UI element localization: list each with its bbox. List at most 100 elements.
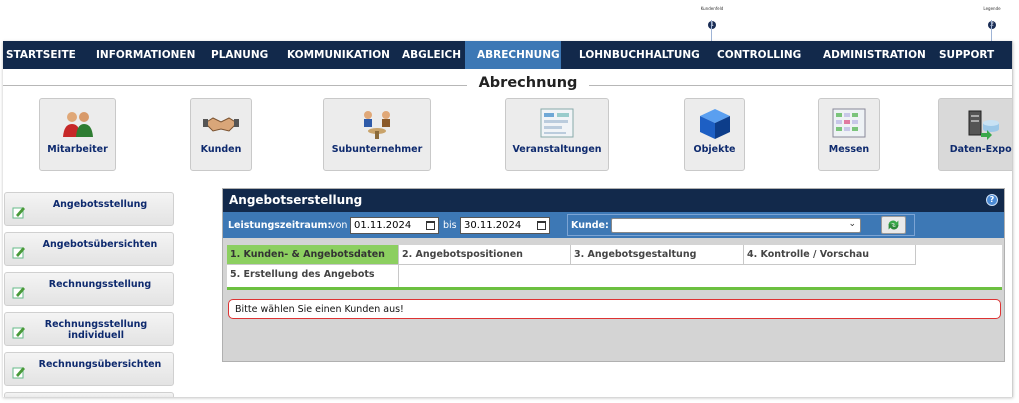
annotation-number: 1 <box>708 21 716 29</box>
customer-select[interactable]: ⌄ <box>611 218 861 233</box>
sidebar-item-label: Angebotsübersichten <box>42 239 158 250</box>
from-date-value: 01.11.2024 <box>354 220 412 231</box>
sidebar-item-angebotsstellung[interactable]: Angebotsstellung <box>4 192 174 226</box>
event-board-icon <box>540 108 574 138</box>
panel-title: Angebotserstellung <box>229 193 363 207</box>
nav-item-informationen[interactable]: INFORMATIONEN <box>85 41 203 69</box>
nav-item-lohnbuchhaltung[interactable]: LOHNBUCHHALTUNG <box>561 41 704 69</box>
help-icon[interactable]: ? <box>986 194 998 206</box>
nav-item-support[interactable]: SUPPORT <box>928 41 995 69</box>
module-label: Veranstaltungen <box>512 144 602 155</box>
nav-label: SUPPORT <box>939 49 995 61</box>
step-angebotsgestaltung[interactable]: 3. Angebotsgestaltung <box>571 245 744 265</box>
panel-header: Angebotserstellung ? <box>223 189 1004 212</box>
refresh-button[interactable] <box>881 216 906 234</box>
module-tile-messen[interactable]: Messen <box>818 98 880 171</box>
screenshot-root: Kundenfeld 1 Legende 2 STARTSEITE INFORM… <box>0 0 1019 403</box>
cube-icon <box>699 109 730 139</box>
from-date-input[interactable]: 01.11.2024 <box>350 217 439 234</box>
module-tile-subunternehmer[interactable]: Subunternehmer <box>323 98 431 171</box>
period-label-text: Leistungszeitraum: <box>228 220 332 231</box>
page-title-row: Abrechnung <box>3 73 1012 97</box>
nav-label: ABGLEICH <box>402 49 462 61</box>
module-label: Messen <box>828 144 870 155</box>
page-title: Abrechnung <box>478 75 578 91</box>
module-label: Subunternehmer <box>331 144 423 155</box>
sidebar-item-label: Rechnungsstellung individuell <box>44 319 148 341</box>
period-label: Leistungszeitraum: <box>228 220 331 231</box>
step-kontrolle-vorschau[interactable]: 4. Kontrolle / Vorschau <box>744 245 916 265</box>
module-tile-kunden[interactable]: Kunden <box>190 98 252 171</box>
steps-progress-bar <box>227 287 1002 290</box>
nav-label: LOHNBUCHHALTUNG <box>579 49 700 61</box>
sidebar-item-partial[interactable] <box>4 392 174 397</box>
handshake-icon <box>203 117 239 132</box>
data-export-icon <box>968 110 999 140</box>
title-divider <box>3 85 467 86</box>
title-divider <box>589 85 1012 86</box>
sidebar-item-angebotsuebersichten[interactable]: Angebotsübersichten <box>4 232 174 266</box>
step-angebotspositionen[interactable]: 2. Angebotspositionen <box>399 245 571 265</box>
refresh-icon <box>888 220 899 230</box>
nav-label: PLANUNG <box>211 49 269 61</box>
nav-item-controlling[interactable]: CONTROLLING <box>704 41 809 69</box>
module-tile-veranstaltungen[interactable]: Veranstaltungen <box>505 98 609 171</box>
nav-item-kommunikation[interactable]: KOMMUNIKATION <box>279 41 398 69</box>
customer-label-text: Kunde: <box>571 220 609 231</box>
validation-message: Bitte wählen Sie einen Kunden aus! <box>228 299 1001 319</box>
module-label: Daten-Expor <box>949 144 1013 155</box>
nav-label: CONTROLLING <box>717 49 802 61</box>
to-label: bis <box>443 220 457 231</box>
calendar-icon[interactable] <box>537 221 546 230</box>
customer-field-group: Kunde: ⌄ <box>567 214 915 236</box>
module-label: Mitarbeiter <box>47 144 108 155</box>
module-tile-objekte[interactable]: Objekte <box>684 98 745 171</box>
main-navigation: STARTSEITE INFORMATIONEN PLANUNG KOMMUNI… <box>3 41 1012 69</box>
nav-item-abgleich[interactable]: ABGLEICH <box>398 41 465 69</box>
nav-item-startseite[interactable]: STARTSEITE <box>3 41 85 69</box>
sidebar-item-label: Angebotsstellung <box>52 199 148 210</box>
module-tile-mitarbeiter[interactable]: Mitarbeiter <box>39 98 116 171</box>
meeting-icon <box>364 111 390 139</box>
from-label: von <box>330 220 348 231</box>
sidebar-item-rechnungsuebersichten[interactable]: Rechnungsübersichten <box>4 352 174 386</box>
filter-bar: Leistungszeitraum: von 01.11.2024 bis 30… <box>223 212 1004 238</box>
to-date-value: 30.11.2024 <box>464 220 522 231</box>
annotation-marker-kundenfeld: Kundenfeld 1 <box>699 6 725 30</box>
sidebar-item-rechnungsstellung[interactable]: Rechnungsstellung <box>4 272 174 306</box>
people-icon <box>62 112 93 137</box>
chevron-down-icon: ⌄ <box>848 219 856 229</box>
annotation-number: 2 <box>988 21 996 29</box>
to-date-input[interactable]: 30.11.2024 <box>460 217 550 234</box>
nav-label: KOMMUNIKATION <box>287 49 390 61</box>
nav-label: ADMINISTRATION <box>823 49 926 61</box>
step-erstellung-angebot[interactable]: 5. Erstellung des Angebots <box>227 265 399 287</box>
nav-label: INFORMATIONEN <box>96 49 196 61</box>
nav-item-abrechnung[interactable]: ABRECHNUNG <box>465 41 561 69</box>
step-kunden-angebotsdaten[interactable]: 1. Kunden- & Angebotsdaten <box>227 245 399 265</box>
pencil-list-icon <box>12 327 25 339</box>
wizard-steps: 1. Kunden- & Angebotsdaten 2. Angebotspo… <box>227 245 1002 287</box>
annotation-marker-legende: Legende 2 <box>980 6 1004 30</box>
pencil-list-icon <box>12 367 25 379</box>
module-label: Objekte <box>693 144 736 155</box>
pencil-list-icon <box>12 247 25 259</box>
nav-item-planung[interactable]: PLANUNG <box>203 41 279 69</box>
nav-item-administration[interactable]: ADMINISTRATION <box>809 41 928 69</box>
sidebar-item-label: Rechnungsstellung <box>48 279 152 290</box>
module-label: Kunden <box>200 144 242 155</box>
annotation-label: Kundenfeld <box>700 6 724 11</box>
sidebar-item-label: Rechnungsübersichten <box>38 359 162 370</box>
nav-label: STARTSEITE <box>6 49 76 61</box>
calendar-grid-icon <box>832 108 866 138</box>
annotation-label: Legende <box>983 6 1001 11</box>
sidebar-item-rechnungsstellung-individuell[interactable]: Rechnungsstellung individuell <box>4 312 174 346</box>
nav-label: ABRECHNUNG <box>477 49 560 61</box>
pencil-list-icon <box>12 207 25 219</box>
customer-label: Kunde: <box>571 220 609 231</box>
module-tile-daten-export[interactable]: Daten-Expor <box>938 98 1013 171</box>
app-window: STARTSEITE INFORMATIONEN PLANUNG KOMMUNI… <box>3 41 1013 397</box>
calendar-icon[interactable] <box>426 221 435 230</box>
pencil-list-icon <box>12 287 25 299</box>
offer-panel: Angebotserstellung ? Leistungszeitraum: … <box>222 188 1005 362</box>
